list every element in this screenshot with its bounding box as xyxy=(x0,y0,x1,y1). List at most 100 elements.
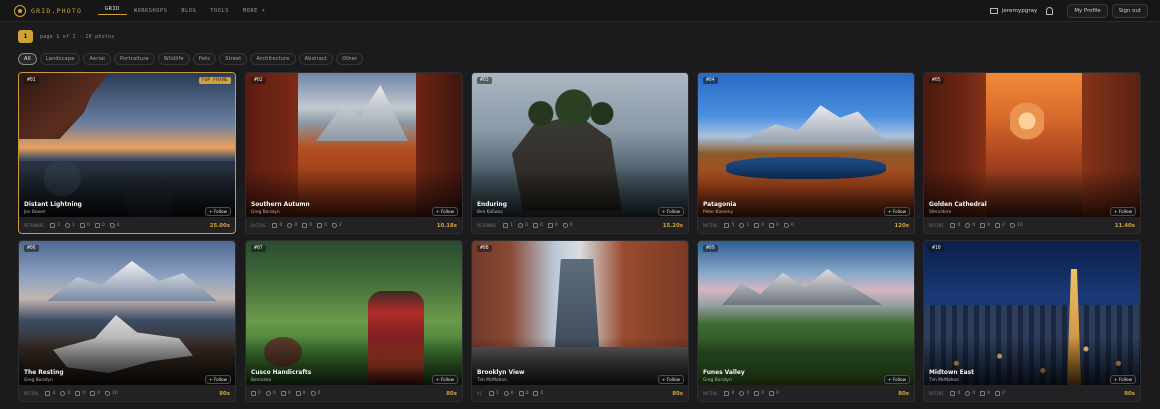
follow-button[interactable]: + Follow xyxy=(205,375,231,384)
heart-icon[interactable] xyxy=(739,223,745,228)
photo-author[interactable]: Ben Kaliwas xyxy=(477,210,503,215)
photo-card[interactable]: #02 Southern Autumn Greg Boratyn + Follo… xyxy=(245,72,463,234)
like-icon[interactable] xyxy=(251,391,256,396)
follow-button[interactable]: + Follow xyxy=(884,375,910,384)
photo-title[interactable]: Midtown East xyxy=(929,370,974,376)
photo-card[interactable]: #05 Golden Cathedral Stervidere + Follow… xyxy=(923,72,1141,234)
heart-icon[interactable] xyxy=(965,223,971,228)
photo-author[interactable]: Peter Kameny xyxy=(703,210,733,215)
my-profile-button[interactable]: My Profile xyxy=(1067,3,1108,18)
photo-card[interactable]: #10 Midtown East Tim McMahon + Follow RA… xyxy=(923,240,1141,402)
comment-icon[interactable] xyxy=(109,223,115,228)
photo-thumbnail[interactable] xyxy=(472,73,688,217)
like-icon[interactable] xyxy=(50,223,56,228)
filter-aerial[interactable]: Aerial xyxy=(83,53,111,65)
photo-card[interactable]: #09 Funes Valley Greg Boratyn + Follow R… xyxy=(697,240,915,402)
share-icon[interactable] xyxy=(80,223,86,228)
photo-thumbnail[interactable] xyxy=(246,73,462,217)
follow-button[interactable]: + Follow xyxy=(432,207,458,216)
like-icon[interactable] xyxy=(724,391,730,396)
comment-icon[interactable] xyxy=(104,391,110,396)
like-icon[interactable] xyxy=(950,223,956,228)
follow-button[interactable]: + Follow xyxy=(884,207,910,216)
mail-icon[interactable] xyxy=(989,7,998,14)
heart-icon[interactable] xyxy=(965,391,971,396)
photo-card[interactable]: #04 Patagonia Peter Kameny + Follow RATI… xyxy=(697,72,915,234)
share-icon[interactable] xyxy=(280,391,286,396)
photo-thumbnail[interactable] xyxy=(924,241,1140,385)
sign-out-button[interactable]: Sign out xyxy=(1111,3,1148,18)
photo-title[interactable]: Enduring xyxy=(477,202,507,208)
follow-button[interactable]: + Follow xyxy=(1110,375,1136,384)
photo-title[interactable]: Southern Autumn xyxy=(251,202,310,208)
page-number-button[interactable]: 1 xyxy=(18,30,33,43)
bookmark-icon[interactable] xyxy=(94,223,100,228)
filter-other[interactable]: Other xyxy=(336,53,364,65)
like-icon[interactable] xyxy=(724,223,730,228)
photo-title[interactable]: Distant Lightning xyxy=(24,202,82,208)
heart-icon[interactable] xyxy=(518,223,524,228)
comment-icon[interactable] xyxy=(331,223,337,228)
photo-title[interactable]: Cusco Handicrafts xyxy=(251,370,311,376)
photo-thumbnail[interactable] xyxy=(19,241,235,385)
photo-author[interactable]: Stervidere xyxy=(929,210,951,215)
user-name[interactable]: jeremypgray xyxy=(1002,8,1038,14)
photo-author[interactable]: Bernanke xyxy=(251,378,271,383)
photo-title[interactable]: Patagonia xyxy=(703,202,736,208)
photo-card[interactable]: #03 Enduring Ben Kaliwas + Follow PETRON… xyxy=(471,72,689,234)
photo-author[interactable]: Greg Boratyn xyxy=(251,210,280,215)
heart-icon[interactable] xyxy=(60,391,66,396)
follow-button[interactable]: + Follow xyxy=(658,375,684,384)
follow-button[interactable]: + Follow xyxy=(205,207,231,216)
photo-card[interactable]: #07 Cusco Handicrafts Bernanke + Follow … xyxy=(245,240,463,402)
photo-author[interactable]: Tim McMahon xyxy=(929,378,959,383)
photo-thumbnail[interactable] xyxy=(698,241,914,385)
follow-button[interactable]: + Follow xyxy=(1110,207,1136,216)
follow-button[interactable]: + Follow xyxy=(432,375,458,384)
comment-icon[interactable] xyxy=(783,223,789,228)
nav-blog[interactable]: BLOG xyxy=(174,8,203,14)
logo[interactable]: GRID.PHOTO xyxy=(14,4,98,17)
share-icon[interactable] xyxy=(75,391,81,396)
bell-icon[interactable] xyxy=(1046,6,1054,15)
filter-portraiture[interactable]: Portraiture xyxy=(114,53,155,65)
bookmark-icon[interactable] xyxy=(533,391,539,396)
comment-icon[interactable] xyxy=(310,391,316,396)
photo-author[interactable]: Greg Boratyn xyxy=(703,378,732,383)
bookmark-icon[interactable] xyxy=(547,223,553,228)
photo-thumbnail[interactable] xyxy=(472,241,688,385)
filter-abstract[interactable]: Abstract xyxy=(298,53,334,65)
nav-more[interactable]: MORE + xyxy=(236,8,272,14)
photo-title[interactable]: Brooklyn View xyxy=(477,370,524,376)
bookmark-icon[interactable] xyxy=(995,223,1001,228)
heart-icon[interactable] xyxy=(503,391,509,396)
share-icon[interactable] xyxy=(754,223,760,228)
heart-icon[interactable] xyxy=(739,391,745,396)
heart-icon[interactable] xyxy=(287,223,293,228)
share-icon[interactable] xyxy=(980,391,986,396)
comment-icon[interactable] xyxy=(562,223,568,228)
comment-icon[interactable] xyxy=(1009,223,1015,228)
like-icon[interactable] xyxy=(272,223,278,228)
share-icon[interactable] xyxy=(518,391,524,396)
filter-street[interactable]: Street xyxy=(219,53,248,65)
nav-grid[interactable]: GRID xyxy=(98,6,127,15)
bookmark-icon[interactable] xyxy=(295,391,301,396)
filter-all[interactable]: All xyxy=(18,53,37,65)
photo-thumbnail[interactable] xyxy=(246,241,462,385)
nav-tools[interactable]: TOOLS xyxy=(203,8,236,14)
bookmark-icon[interactable] xyxy=(317,223,323,228)
share-icon[interactable] xyxy=(302,223,308,228)
nav-workshops[interactable]: WORKSHOPS xyxy=(127,8,175,14)
like-icon[interactable] xyxy=(488,391,494,396)
share-icon[interactable] xyxy=(533,223,539,228)
follow-button[interactable]: + Follow xyxy=(658,207,684,216)
photo-thumbnail[interactable] xyxy=(698,73,914,217)
bookmark-icon[interactable] xyxy=(90,391,96,396)
photo-card[interactable]: #01 TOP FRAME Distant Lightning Jon Bowe… xyxy=(18,72,236,234)
photo-card[interactable]: #08 Brooklyn View Tim McMahon + Follow 4… xyxy=(471,240,689,402)
photo-card[interactable]: #06 The Resting Greg Boratyn + Follow RA… xyxy=(18,240,236,402)
photo-author[interactable]: Greg Boratyn xyxy=(24,378,53,383)
like-icon[interactable] xyxy=(503,223,509,228)
photo-author[interactable]: Tim McMahon xyxy=(477,378,507,383)
